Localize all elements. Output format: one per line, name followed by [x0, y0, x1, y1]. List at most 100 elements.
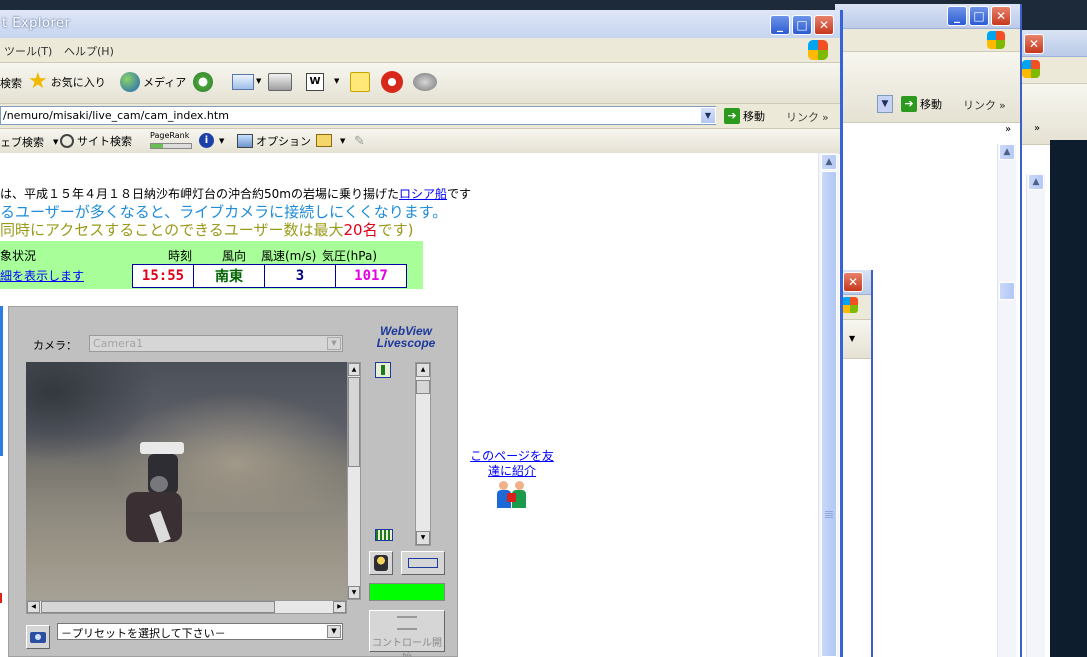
back-window-2-chevron-icon[interactable]: » [1034, 123, 1040, 134]
image-scrollbar-vertical[interactable]: ▲ ▼ [347, 362, 361, 600]
camera-select-value: Camera1 [93, 337, 144, 350]
back-window-2-close-button[interactable]: ✕ [1024, 34, 1044, 54]
go-arrow-icon: ➔ [901, 96, 917, 112]
image-scroll-v-thumb[interactable] [348, 377, 360, 467]
russian-ship-link[interactable]: ロシア船 [399, 187, 447, 201]
preset-dropdown-icon: ▼ [327, 625, 341, 638]
referral-link-line2[interactable]: 達に紹介 [462, 464, 562, 479]
zoom-slider[interactable]: ▲ ▼ [415, 362, 431, 546]
left-frame-edge [0, 306, 3, 456]
history-icon[interactable] [193, 72, 213, 92]
back-window-1-scroll-thumb[interactable] [999, 282, 1015, 300]
mail-dropdown-icon[interactable]: ▼ [256, 77, 261, 85]
weather-panel: 象状況 細を表示します 時刻 風向 風速(m/s) 気圧(hPa) 15:55 … [0, 241, 423, 289]
webview-logo: WebView Livescope [368, 325, 444, 349]
folder-up-icon[interactable] [316, 134, 332, 147]
frame-button[interactable] [401, 551, 445, 575]
site-search-icon [60, 134, 74, 148]
folder-dropdown-icon[interactable]: ▼ [340, 137, 345, 145]
address-url: /nemuro/misaki/live_cam/cam_index.htm [3, 109, 229, 122]
weather-detail-link[interactable]: 細を表示します [0, 267, 84, 284]
search-button[interactable]: 検索 [0, 75, 22, 91]
menu-tools[interactable]: ツール(T) [4, 43, 52, 59]
web-search-button[interactable]: ェブ検索 ▼ [0, 134, 58, 150]
edit-dropdown-icon[interactable]: ▼ [334, 77, 339, 85]
mail-icon[interactable] [232, 74, 254, 90]
main-window-title: t Explorer [2, 16, 71, 31]
back-window-1-scroll-up-icon[interactable]: ▲ [999, 144, 1015, 160]
snapshot-button[interactable] [26, 625, 50, 649]
media-globe-icon [120, 72, 140, 92]
weather-pressure-value: 1017 [335, 264, 407, 288]
small-window-close-button[interactable]: ✕ [843, 272, 863, 292]
media-button[interactable]: メディア [120, 72, 186, 92]
favorites-button[interactable]: ★ お気に入り [28, 71, 106, 93]
weather-time-value: 15:55 [132, 264, 194, 288]
pagerank-bar [150, 143, 192, 149]
control-start-button[interactable]: コントロール開始 [369, 610, 445, 657]
intro-line: は、平成１５年４月１８日納沙布岬灯台の沖合約50mの岩場に乗り揚げたロシア船です [0, 185, 471, 202]
back-window-1-windows-logo-icon [987, 31, 1005, 49]
image-scroll-left-icon[interactable]: ◀ [27, 601, 40, 613]
zoom-down-icon[interactable]: ▼ [416, 531, 430, 545]
back-window-2-scrollbar[interactable]: ▲ [1026, 174, 1045, 657]
edit-word-icon[interactable]: W [306, 73, 324, 91]
image-scroll-right-icon[interactable]: ▶ [333, 601, 346, 613]
back-window-2-scroll-up-icon[interactable]: ▲ [1028, 174, 1044, 190]
info-icon[interactable]: i [199, 133, 214, 148]
weather-header-time: 時刻 [168, 249, 193, 263]
camera-icon [30, 632, 46, 643]
referral-link-line1[interactable]: このページを友 [462, 449, 562, 464]
zoom-up-icon[interactable]: ▲ [416, 363, 430, 377]
minimize-button[interactable]: _ [770, 15, 790, 35]
camera-label: カメラ： [33, 339, 77, 352]
page-scroll-up-icon[interactable]: ▲ [821, 154, 837, 170]
camera-select[interactable]: Camera1 ▼ [89, 335, 343, 352]
referral-link[interactable]: このページを友 達に紹介 [462, 449, 562, 509]
zoom-wide-icon [375, 529, 393, 541]
image-scroll-h-thumb[interactable] [41, 601, 275, 613]
backlight-button[interactable] [369, 551, 393, 575]
control-start-label: コントロール開始 [372, 638, 442, 657]
google-toolbar: ェブ検索 ▼ サイト検索 PageRank i ▼ オプション ▼ ✎ [0, 129, 840, 154]
discuss-icon[interactable] [413, 73, 437, 91]
back-window-2: ✕ » ▲ [1018, 30, 1087, 657]
back-window-1-scrollbar[interactable]: ▲ [997, 144, 1016, 657]
print-icon[interactable] [268, 73, 292, 91]
menu-help[interactable]: ヘルプ(H) [64, 43, 114, 59]
preset-select[interactable]: －プリセットを選択して下さい－ ▼ [57, 623, 343, 640]
back-window-1-minimize-button[interactable]: _ [947, 6, 967, 26]
back-window-1-chevron-icon[interactable]: » [1005, 124, 1011, 135]
image-scroll-down-icon[interactable]: ▼ [348, 586, 360, 599]
address-bar: /nemuro/misaki/live_cam/cam_index.htm ▼ … [0, 104, 840, 129]
web-search-dropdown-icon: ▼ [53, 138, 59, 146]
small-window: ✕ ▼ [838, 270, 873, 657]
links-button[interactable]: リンク » [786, 109, 829, 125]
go-button[interactable]: ➔ 移動 [724, 108, 765, 124]
back-window-1-links[interactable]: リンク » [963, 97, 1006, 113]
back-window-1-go-button[interactable]: ➔ 移動 [901, 96, 942, 112]
address-input[interactable]: /nemuro/misaki/live_cam/cam_index.htm [0, 106, 716, 125]
warning-olive-suffix: です) [377, 221, 414, 239]
page-scroll-thumb[interactable] [821, 171, 837, 657]
maximize-button[interactable]: □ [792, 15, 812, 35]
pagerank-meter[interactable]: PageRank [150, 131, 192, 150]
back-window-1-address-dropdown[interactable]: ▼ [877, 95, 893, 113]
page-scrollbar[interactable]: ▲ [818, 153, 839, 657]
friends-icon[interactable] [497, 481, 527, 509]
address-dropdown-button[interactable]: ▼ [700, 107, 716, 124]
close-button[interactable]: ✕ [814, 15, 834, 35]
info-dropdown-icon[interactable]: ▼ [219, 137, 224, 145]
small-window-dropdown-icon[interactable]: ▼ [849, 334, 855, 343]
back-window-1-close-button[interactable]: ✕ [991, 6, 1011, 26]
highlight-pen-icon[interactable]: ✎ [354, 134, 365, 149]
zoom-slider-thumb[interactable] [416, 380, 430, 394]
image-scrollbar-horizontal[interactable]: ◀ ▶ [26, 600, 347, 614]
back-window-1-maximize-button[interactable]: □ [969, 6, 989, 26]
image-scroll-up-icon[interactable]: ▲ [348, 363, 360, 376]
back-window-1-links-label: リンク [963, 99, 996, 112]
site-search-button[interactable]: サイト検索 [60, 133, 132, 149]
note-icon[interactable] [350, 72, 370, 92]
messenger-icon[interactable] [381, 71, 403, 93]
options-button[interactable]: オプション [237, 133, 311, 149]
